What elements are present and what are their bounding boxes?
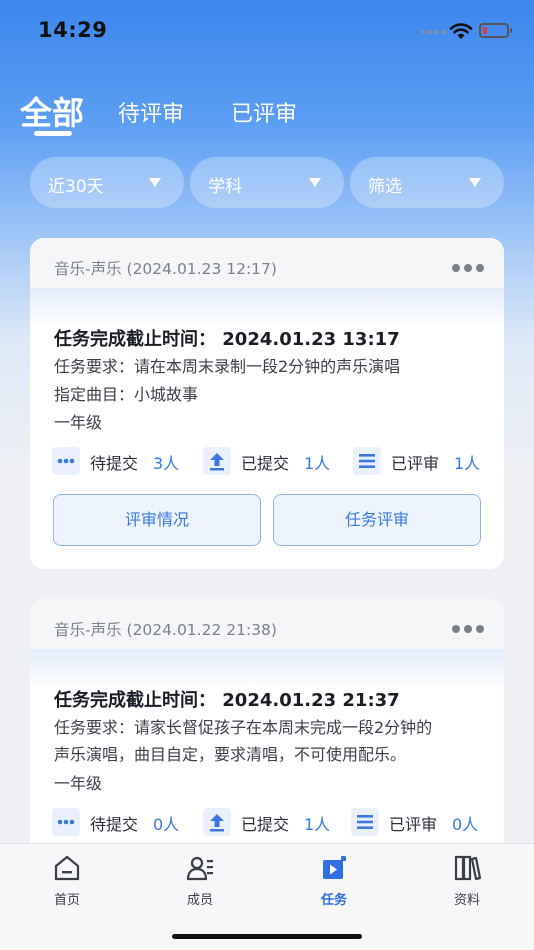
upload-icon bbox=[203, 447, 231, 475]
nav-tasks[interactable]: 任务 bbox=[284, 844, 384, 914]
more-dots-icon bbox=[52, 447, 80, 475]
date-range-filter[interactable]: 近30天 bbox=[30, 157, 184, 208]
nav-home-label: 首页 bbox=[53, 893, 80, 908]
active-tab-indicator bbox=[34, 131, 72, 136]
stat-submitted-label: 已提交 bbox=[241, 815, 290, 834]
nav-resources-label: 资料 bbox=[453, 893, 480, 908]
subject-filter-label: 学科 bbox=[208, 177, 242, 197]
stat-submitted-value: 1人 bbox=[304, 815, 331, 834]
grade-label: 一年级 bbox=[54, 774, 103, 793]
card-subject-time: 音乐-声乐 (2024.01.23 12:17) bbox=[54, 260, 277, 278]
stat-submitted-value: 1人 bbox=[304, 454, 331, 473]
card-header: 音乐-声乐 (2024.01.23 12:17) bbox=[30, 238, 504, 288]
task-icon bbox=[323, 856, 346, 879]
task-card[interactable]: 音乐-声乐 (2024.01.22 21:38) 任务完成截止时间： 2024.… bbox=[30, 599, 504, 859]
card-header-fade bbox=[30, 288, 504, 328]
status-time: 14:29 bbox=[38, 18, 108, 42]
caret-down-icon bbox=[309, 178, 321, 187]
stat-submitted-label: 已提交 bbox=[241, 454, 290, 473]
books-icon bbox=[454, 855, 481, 881]
task-card[interactable]: 音乐-声乐 (2024.01.23 12:17) 任务完成截止时间： 2024.… bbox=[30, 238, 504, 569]
stat-reviewed-value: 0人 bbox=[452, 815, 479, 834]
date-range-filter-label: 近30天 bbox=[48, 177, 104, 197]
home-indicator bbox=[172, 934, 362, 939]
nav-tasks-label: 任务 bbox=[320, 893, 347, 908]
stat-pending-value: 0人 bbox=[153, 815, 180, 834]
more-options-icon[interactable] bbox=[452, 264, 484, 272]
grade-label: 一年级 bbox=[54, 413, 103, 432]
task-review-button[interactable]: 任务评审 bbox=[273, 494, 481, 546]
card-header: 音乐-声乐 (2024.01.22 21:38) bbox=[30, 599, 504, 649]
status-bar: 14:29 bbox=[0, 0, 534, 62]
more-dots-icon bbox=[52, 808, 80, 836]
tab-reviewed[interactable]: 已评审 bbox=[231, 96, 297, 128]
upload-icon bbox=[203, 808, 231, 836]
home-icon bbox=[54, 855, 80, 881]
task-requirement-line-2: 声乐演唱，曲目自定，要求清唱，不可使用配乐。 bbox=[54, 745, 407, 764]
cellular-signal-icon bbox=[421, 30, 446, 34]
nav-home[interactable]: 首页 bbox=[17, 844, 117, 914]
nav-members-label: 成员 bbox=[186, 893, 213, 908]
list-icon bbox=[353, 447, 381, 475]
stat-pending-label: 待提交 bbox=[90, 815, 139, 834]
task-deadline: 任务完成截止时间： 2024.01.23 21:37 bbox=[54, 690, 400, 711]
task-requirement: 任务要求：请在本周末录制一段2分钟的声乐演唱 bbox=[54, 357, 401, 376]
list-icon bbox=[351, 808, 379, 836]
card-header-fade bbox=[30, 649, 504, 689]
more-filter-label: 筛选 bbox=[368, 177, 402, 197]
battery-icon bbox=[479, 23, 512, 38]
stat-reviewed-value: 1人 bbox=[454, 454, 481, 473]
task-deadline: 任务完成截止时间： 2024.01.23 13:17 bbox=[54, 329, 400, 350]
tab-all[interactable]: 全部 bbox=[20, 88, 84, 134]
nav-resources[interactable]: 资料 bbox=[417, 844, 517, 914]
caret-down-icon bbox=[149, 178, 161, 187]
nav-members[interactable]: 成员 bbox=[150, 844, 250, 914]
filter-bar: 近30天 学科 筛选 bbox=[30, 157, 504, 208]
stat-pending-label: 待提交 bbox=[90, 454, 139, 473]
task-requirement-line-1: 任务要求：请家长督促孩子在本周末完成一段2分钟的 bbox=[54, 718, 433, 737]
subject-filter[interactable]: 学科 bbox=[190, 157, 344, 208]
more-filter[interactable]: 筛选 bbox=[350, 157, 504, 208]
tab-pending-review[interactable]: 待评审 bbox=[118, 96, 184, 128]
card-subject-time: 音乐-声乐 (2024.01.22 21:38) bbox=[54, 621, 277, 639]
stat-reviewed-label: 已评审 bbox=[389, 815, 438, 834]
stat-reviewed-label: 已评审 bbox=[391, 454, 440, 473]
submission-stats: 待提交 0人 已提交 1人 已评审 0人 bbox=[52, 807, 492, 837]
submission-stats: 待提交 3人 已提交 1人 已评审 1人 bbox=[52, 446, 492, 476]
wifi-icon bbox=[449, 23, 473, 39]
more-options-icon[interactable] bbox=[452, 625, 484, 633]
assigned-song: 指定曲目：小城故事 bbox=[54, 385, 199, 404]
review-status-button[interactable]: 评审情况 bbox=[53, 494, 261, 546]
members-icon bbox=[186, 856, 213, 881]
stat-pending-value: 3人 bbox=[153, 454, 180, 473]
caret-down-icon bbox=[469, 178, 481, 187]
